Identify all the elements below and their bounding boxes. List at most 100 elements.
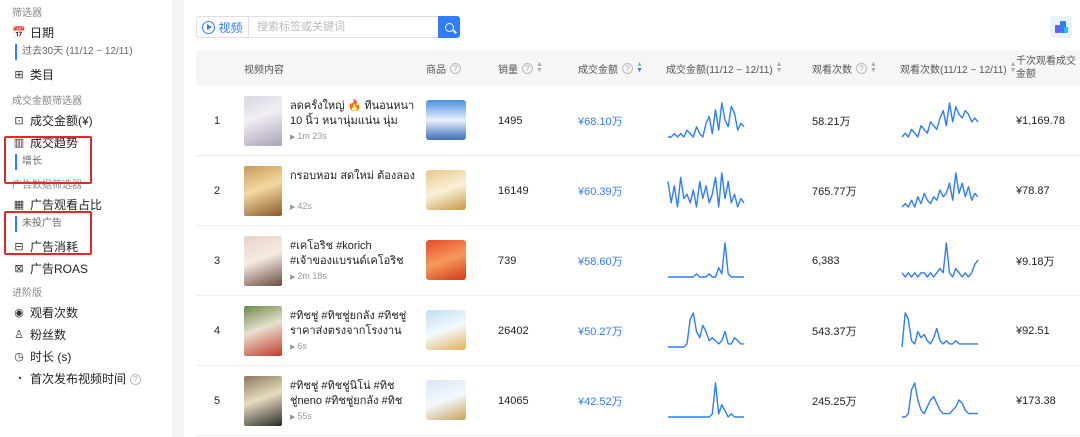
- video-title[interactable]: กรอบหอม สดใหม่ ต้องลอง: [290, 169, 416, 199]
- video-thumbnail[interactable]: [244, 236, 282, 286]
- video-thumbnail[interactable]: [244, 166, 282, 216]
- gmv-trend-sparkline: [668, 312, 744, 348]
- video-title[interactable]: ลดครั้งใหญ่ 🔥 ที่นอนหนา 10 นิ้ว หนานุ่มแ…: [290, 99, 416, 129]
- views-value: 543.37万: [812, 326, 857, 338]
- table-header: 视频内容 商品 ? 销量 ? ▲ ▼ 成交金额 ? ▲ ▼ 成交金额(11/12 ~…: [196, 50, 1080, 86]
- sparkline-series: [901, 312, 978, 348]
- sort-active-icon[interactable]: ▲ ▼: [636, 61, 643, 74]
- views-trend-sparkline: [901, 102, 979, 138]
- filter-category-label: 类目: [30, 68, 55, 82]
- sort-icon[interactable]: ▲ ▼: [870, 61, 877, 74]
- cpm-value: ¥9.18万: [1016, 256, 1055, 268]
- filter-ad-roas-label: 广告ROAS: [30, 262, 89, 276]
- filter-date[interactable]: 📅 日期: [12, 22, 172, 44]
- calendar-icon: 📅: [12, 27, 26, 39]
- user-icon: ♙: [14, 329, 24, 341]
- help-icon[interactable]: ?: [450, 62, 461, 74]
- col-video: 视频内容: [244, 64, 284, 76]
- cpm-value: ¥78.87: [1016, 185, 1050, 197]
- video-duration: 42s: [290, 201, 416, 211]
- search-input[interactable]: [248, 16, 438, 38]
- sparkline-series: [901, 172, 979, 208]
- row-index: 5: [214, 395, 221, 407]
- product-image[interactable]: [426, 240, 466, 280]
- gmv-value: ¥42.52万: [578, 396, 623, 408]
- play-icon: [202, 20, 216, 34]
- product-image[interactable]: [426, 170, 466, 210]
- search-type-video[interactable]: 视频: [196, 16, 248, 38]
- sort-icon[interactable]: ▲ ▼: [776, 61, 783, 74]
- filter-category[interactable]: ⊞ 类目: [12, 64, 172, 86]
- help-icon[interactable]: ?: [856, 62, 867, 74]
- views-trend-sparkline: [901, 242, 979, 278]
- table-row[interactable]: 5 #ทิชชู่ #ทิชชู่นิโน่ #ทิชชู่neno #ทิชช…: [196, 366, 1080, 436]
- eye-icon: ◉: [14, 307, 24, 319]
- video-thumbnail[interactable]: [244, 376, 282, 426]
- filter-first-post[interactable]: ◔ 首次发布视频时间 ?: [12, 368, 172, 390]
- yuan-icon: ⊡: [14, 115, 24, 127]
- table-row[interactable]: 2 กรอบหอม สดใหม่ ต้องลอง 42s 16149 ¥60.3…: [196, 156, 1080, 226]
- product-image[interactable]: [426, 380, 466, 420]
- video-info: ลดครั้งใหญ่ 🔥 ที่นอนหนา 10 นิ้ว หนานุ่มแ…: [290, 99, 416, 141]
- views-trend-sparkline: [902, 382, 978, 418]
- highlight-ad-view-filter: [4, 211, 92, 255]
- row-index: 3: [214, 255, 221, 267]
- sort-icon[interactable]: ▲ ▼: [536, 61, 543, 74]
- filter-fans[interactable]: ♙ 粉丝数: [12, 324, 172, 346]
- col-views-trend[interactable]: 观看次数(11/12 ~ 12/11) ▲ ▼: [900, 50, 1017, 86]
- filter-duration[interactable]: ◷ 时长 (s): [12, 346, 172, 368]
- video-info: #ทิชชู่ #ทิชชู่ยกลัง #ทิชชู่ราคาส่งตรงจา…: [290, 309, 416, 351]
- filter-gmv-label: 成交金额(¥): [30, 114, 93, 128]
- video-duration: 1m 23s: [290, 131, 416, 141]
- col-cpm[interactable]: 千次观看成交金额: [1016, 50, 1078, 86]
- dashboard-icon[interactable]: [1050, 16, 1072, 38]
- col-views-trend-label: 观看次数(11/12 ~ 12/11): [900, 64, 1007, 76]
- gmv-value: ¥50.27万: [578, 326, 623, 338]
- product-image[interactable]: [426, 310, 466, 350]
- filter-gmv[interactable]: ⊡ 成交金额(¥): [12, 110, 172, 132]
- help-icon[interactable]: ?: [130, 373, 142, 385]
- sales-value: 14065: [498, 395, 529, 407]
- product-image[interactable]: [426, 100, 466, 140]
- video-thumbnail[interactable]: [244, 96, 282, 146]
- filter-ad-roas[interactable]: ⊠ 广告ROAS: [12, 258, 172, 280]
- col-gmv[interactable]: 成交金额 ? ▲ ▼: [578, 50, 643, 86]
- filter-views[interactable]: ◉ 观看次数: [12, 302, 172, 324]
- gmv-value: ¥68.10万: [578, 116, 623, 128]
- sales-value: 1495: [498, 115, 523, 127]
- cpm-value: ¥1,169.78: [1016, 115, 1065, 127]
- col-sales[interactable]: 销量 ? ▲ ▼: [498, 50, 543, 86]
- sparkline-series: [667, 172, 745, 208]
- clock-icon: ◔: [15, 373, 23, 385]
- views-value: 6,383: [812, 255, 840, 267]
- video-duration: 55s: [290, 411, 416, 421]
- search-button[interactable]: [438, 16, 460, 38]
- sales-value: 26402: [498, 325, 529, 337]
- video-title[interactable]: #ทิชชู่ #ทิชชู่นิโน่ #ทิชชู่neno #ทิชชู่…: [290, 379, 416, 409]
- gmv-value: ¥60.39万: [578, 186, 623, 198]
- video-duration: 2m 18s: [290, 271, 416, 281]
- sparkline-series: [901, 102, 979, 138]
- search-bar: 视频: [196, 16, 460, 38]
- table-row[interactable]: 3 #เคโอริช #korich #เจ้าของแบรนด์เคโอริช…: [196, 226, 1080, 296]
- help-icon[interactable]: ?: [522, 62, 533, 74]
- col-views[interactable]: 观看次数 ? ▲ ▼: [812, 50, 877, 86]
- video-info: #เคโอริช #korich #เจ้าของแบรนด์เคโอริช 2…: [290, 239, 416, 281]
- row-index: 1: [214, 115, 221, 127]
- cpm-value: ¥173.38: [1016, 395, 1056, 407]
- video-title[interactable]: #เคโอริช #korich #เจ้าของแบรนด์เคโอริช: [290, 239, 416, 269]
- video-info: กรอบหอม สดใหม่ ต้องลอง 42s: [290, 169, 416, 211]
- table-row[interactable]: 1 ลดครั้งใหญ่ 🔥 ที่นอนหนา 10 นิ้ว หนานุ่…: [196, 86, 1080, 156]
- col-product-label: 商品: [426, 64, 446, 76]
- table-row[interactable]: 4 #ทิชชู่ #ทิชชู่ยกลัง #ทิชชู่ราคาส่งตรง…: [196, 296, 1080, 366]
- gmv-trend-sparkline: [668, 242, 744, 278]
- help-icon[interactable]: ?: [622, 62, 633, 74]
- video-info: #ทิชชู่ #ทิชชู่นิโน่ #ทิชชู่neno #ทิชชู่…: [290, 379, 416, 421]
- col-sales-label: 销量: [498, 64, 518, 76]
- video-title[interactable]: #ทิชชู่ #ทิชชู่ยกลัง #ทิชชู่ราคาส่งตรงจา…: [290, 309, 416, 339]
- col-gmv-trend[interactable]: 成交金额(11/12 ~ 12/11) ▲ ▼: [666, 50, 783, 86]
- filter-date-value[interactable]: 过去30天 (11/12 ~ 12/11): [15, 44, 172, 60]
- video-thumbnail[interactable]: [244, 306, 282, 356]
- views-value: 58.21万: [812, 116, 851, 128]
- views-trend-sparkline: [901, 172, 979, 208]
